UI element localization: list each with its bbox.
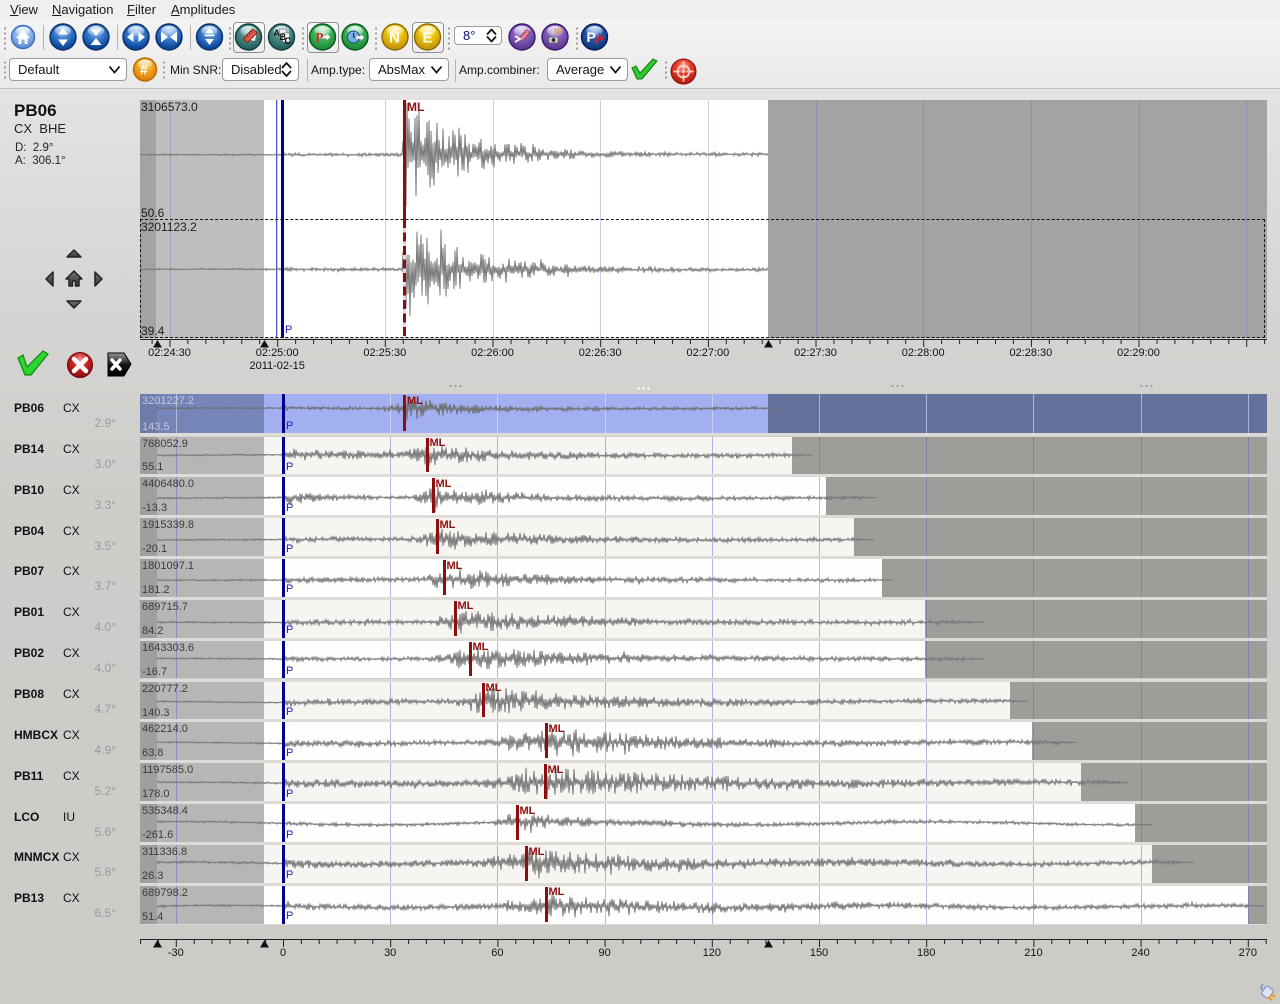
svg-text:#: # — [140, 62, 148, 78]
svg-text:N: N — [389, 30, 400, 47]
svg-text:P: P — [316, 30, 324, 45]
svg-text:P: P — [587, 29, 596, 45]
svg-text:E: E — [423, 30, 433, 47]
svg-text:IP: IP — [554, 27, 563, 37]
svg-text:C: C — [285, 36, 292, 46]
